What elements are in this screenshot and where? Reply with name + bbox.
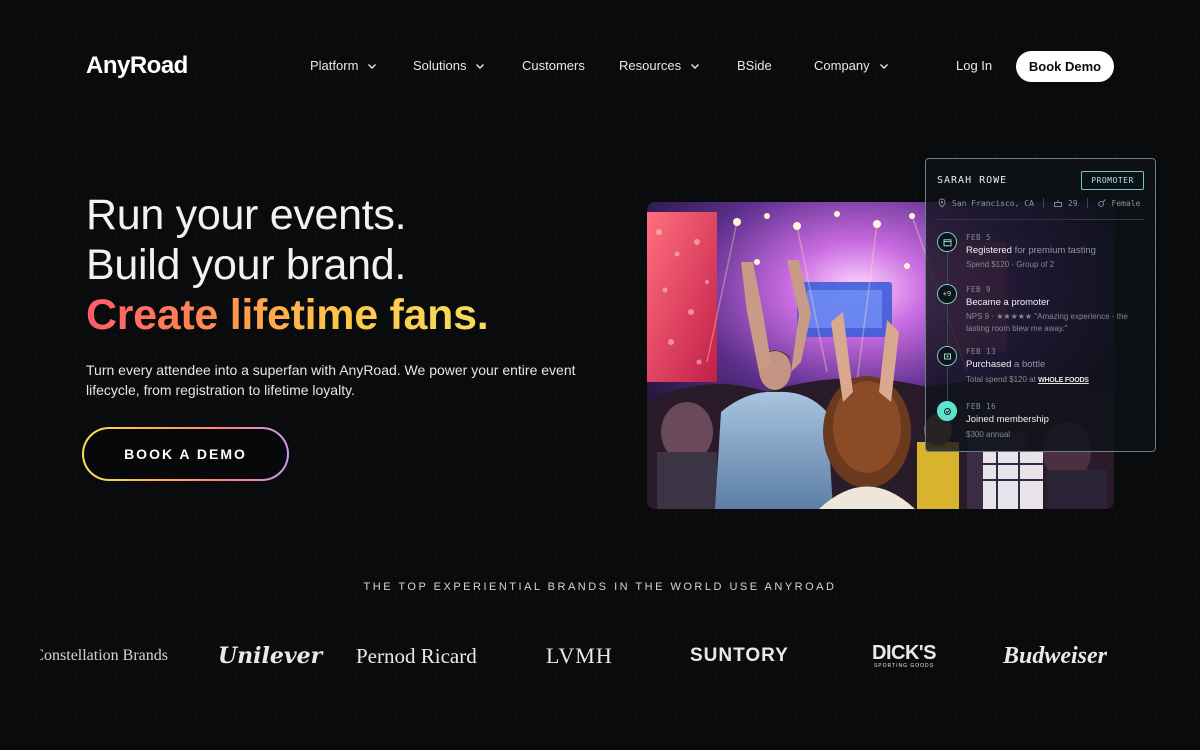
cta-label: BOOK A DEMO bbox=[84, 429, 287, 479]
top-navigation: AnyRoad Platform Solutions Customers Res… bbox=[0, 0, 1200, 132]
nav-item-label: BSide bbox=[737, 58, 772, 73]
chevron-down-icon bbox=[689, 60, 701, 72]
brand-logo-subtext: SPORTING GOODS bbox=[873, 663, 934, 669]
event-title-bold: Purchased bbox=[966, 359, 1012, 370]
unilever-logo: Unilever bbox=[218, 643, 323, 669]
event-title-rest: for premium tasting bbox=[1011, 245, 1096, 256]
event-title: Became a promoter bbox=[966, 297, 1049, 308]
nav-item-label: Company bbox=[814, 58, 870, 73]
nav-item-bside[interactable]: BSide bbox=[737, 58, 772, 73]
pernod-ricard-logo: Pernod Ricard bbox=[356, 643, 477, 668]
nav-item-platform[interactable]: Platform bbox=[310, 58, 378, 73]
hero-subtext: Turn every attendee into a superfan with… bbox=[86, 362, 576, 398]
attendee-profile-card: SARAH ROWE PROMOTER San Francisco, CA 29… bbox=[925, 158, 1156, 452]
event-detail: NPS 9 · ★★★★★ "Amazing experience - the … bbox=[966, 312, 1128, 333]
cart-icon bbox=[937, 346, 957, 366]
nav-item-resources[interactable]: Resources bbox=[619, 58, 701, 73]
check-icon bbox=[937, 401, 957, 421]
event-date: FEB 13 bbox=[966, 347, 997, 356]
nav-item-solutions[interactable]: Solutions bbox=[413, 58, 486, 73]
timeline-line bbox=[947, 247, 948, 407]
card-divider bbox=[937, 219, 1144, 220]
nav-item-label: Solutions bbox=[413, 58, 467, 73]
event-title-bold: Became a promoter bbox=[966, 297, 1050, 308]
login-link[interactable]: Log In bbox=[956, 58, 992, 73]
event-title-bold: Joined membership bbox=[966, 414, 1049, 425]
gender-icon bbox=[1097, 198, 1107, 208]
chevron-down-icon bbox=[366, 60, 378, 72]
promoter-badge: PROMOTER bbox=[1081, 171, 1144, 190]
profile-name: SARAH ROWE bbox=[937, 175, 1008, 186]
nav-item-label: Customers bbox=[522, 58, 585, 73]
whole-foods-logo: WHOLE FOODS bbox=[1038, 377, 1089, 384]
profile-location: San Francisco, CA bbox=[952, 198, 1034, 208]
event-date: FEB 9 bbox=[966, 285, 992, 294]
brand-logo-text: Constellation Brands bbox=[40, 647, 168, 664]
event-detail: Spend $120 · Group of 2 bbox=[966, 260, 1055, 269]
nav-item-label: Resources bbox=[619, 58, 682, 73]
event-detail: Total spend $120 at WHOLE FOODS bbox=[966, 374, 1148, 387]
location-pin-icon bbox=[937, 198, 947, 208]
event-title-rest: a bottle bbox=[1011, 359, 1046, 370]
meta-divider bbox=[1042, 198, 1044, 208]
profile-meta: San Francisco, CA 29 Female bbox=[937, 196, 1147, 210]
event-detail: $300 annual bbox=[966, 430, 1011, 439]
headline-line-1: Run your events. bbox=[86, 191, 407, 239]
hero-headline: Run your events. Build your brand. Creat… bbox=[86, 190, 489, 340]
profile-age: 29 bbox=[1067, 198, 1078, 208]
event-detail-text: Total spend $120 at bbox=[966, 375, 1036, 384]
calendar-icon bbox=[937, 232, 957, 252]
headline-line-2: Build your brand. bbox=[86, 241, 406, 289]
chevron-down-icon bbox=[474, 60, 486, 72]
nav-item-customers[interactable]: Customers bbox=[522, 58, 585, 73]
book-demo-button[interactable]: Book Demo bbox=[1016, 51, 1114, 82]
cake-icon bbox=[1053, 198, 1063, 208]
dicks-sporting-goods-logo: DICK'S SPORTING GOODS bbox=[872, 640, 936, 672]
profile-gender: Female bbox=[1111, 198, 1141, 208]
event-date: FEB 5 bbox=[966, 233, 992, 242]
event-date: FEB 16 bbox=[966, 402, 997, 411]
nav-item-label: Platform bbox=[310, 58, 359, 73]
headline-gradient-line: Create lifetime fans. bbox=[86, 291, 489, 339]
brands-heading: THE TOP EXPERIENTIAL BRANDS IN THE WORLD… bbox=[363, 581, 837, 593]
meta-divider bbox=[1086, 198, 1088, 208]
book-a-demo-cta[interactable]: BOOK A DEMO bbox=[82, 427, 289, 481]
chevron-down-icon bbox=[878, 60, 890, 72]
event-title-bold: Registered bbox=[966, 245, 1012, 256]
budweiser-logo: Budweiser bbox=[1003, 642, 1108, 669]
event-title: Registered for premium tasting bbox=[966, 245, 1096, 256]
nav-item-company[interactable]: Company bbox=[814, 58, 890, 73]
constellation-brands-logo: Constellation Brands bbox=[40, 642, 168, 670]
suntory-logo: SUNTORY bbox=[690, 645, 789, 666]
brand-logo-text: DICK'S bbox=[872, 642, 936, 664]
lvmh-logo: LVMH bbox=[546, 643, 613, 668]
event-title: Purchased a bottle bbox=[966, 359, 1045, 370]
plus-nine-icon: +9 bbox=[937, 284, 957, 304]
event-title: Joined membership bbox=[966, 414, 1049, 425]
